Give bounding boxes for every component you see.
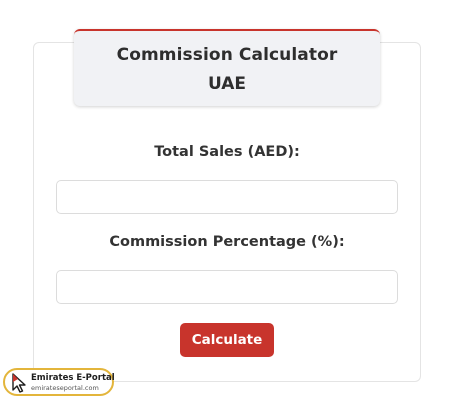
calculate-button[interactable]: Calculate [180, 323, 274, 357]
total-sales-input[interactable] [56, 180, 398, 214]
watermark-name: Emirates E-Portal [31, 373, 115, 383]
commission-percentage-input[interactable] [56, 270, 398, 304]
total-sales-label: Total Sales (AED): [154, 144, 300, 160]
cursor-arrow-icon [12, 373, 26, 393]
commission-percentage-label: Commission Percentage (%): [109, 234, 345, 250]
page-title: Commission Calculator [116, 45, 338, 65]
page-subtitle: UAE [207, 74, 247, 94]
watermark-url: emirateseportal.com [31, 384, 99, 392]
watermark-badge: Emirates E-Portal emirateseportal.com [3, 368, 115, 396]
calculator-header: Commission Calculator UAE [74, 29, 380, 106]
